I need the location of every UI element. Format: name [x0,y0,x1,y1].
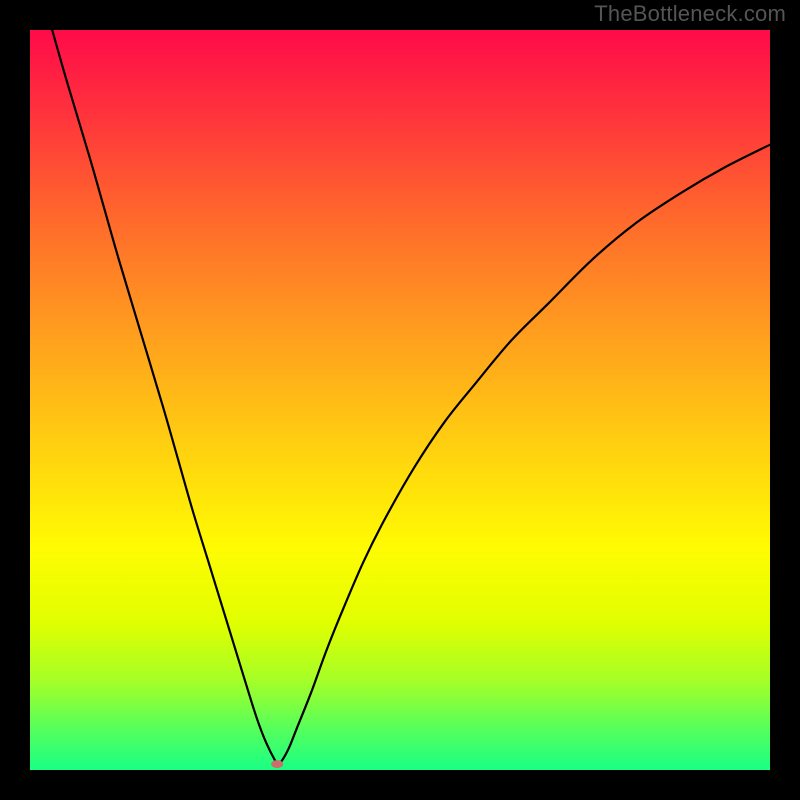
plot-area [30,30,770,770]
gradient-background [30,30,770,770]
optimal-point-marker [271,760,283,768]
chart-svg [30,30,770,770]
chart-frame: TheBottleneck.com [0,0,800,800]
watermark-label: TheBottleneck.com [594,1,786,27]
